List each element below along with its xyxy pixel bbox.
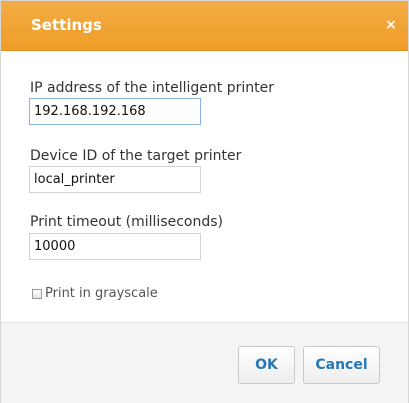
ip-address-input[interactable]	[29, 98, 201, 125]
device-id-input[interactable]	[29, 166, 201, 193]
dialog-body: IP address of the intelligent printer De…	[1, 51, 408, 322]
dialog-footer: OK Cancel	[1, 322, 408, 403]
grayscale-label: Print in grayscale	[45, 286, 158, 301]
print-timeout-label: Print timeout (milliseconds)	[30, 214, 224, 230]
grayscale-option[interactable]: Print in grayscale	[32, 286, 158, 302]
dialog-title: Settings	[31, 16, 102, 34]
close-icon[interactable]: ×	[384, 16, 398, 34]
device-id-label: Device ID of the target printer	[30, 148, 242, 164]
ok-button[interactable]: OK	[238, 346, 295, 384]
grayscale-checkbox[interactable]	[32, 289, 42, 299]
cancel-button[interactable]: Cancel	[303, 346, 380, 384]
ip-address-label: IP address of the intelligent printer	[30, 80, 274, 96]
dialog-titlebar[interactable]: Settings ×	[1, 1, 408, 51]
settings-dialog: Settings × IP address of the intelligent…	[0, 0, 409, 403]
print-timeout-input[interactable]	[29, 233, 201, 260]
